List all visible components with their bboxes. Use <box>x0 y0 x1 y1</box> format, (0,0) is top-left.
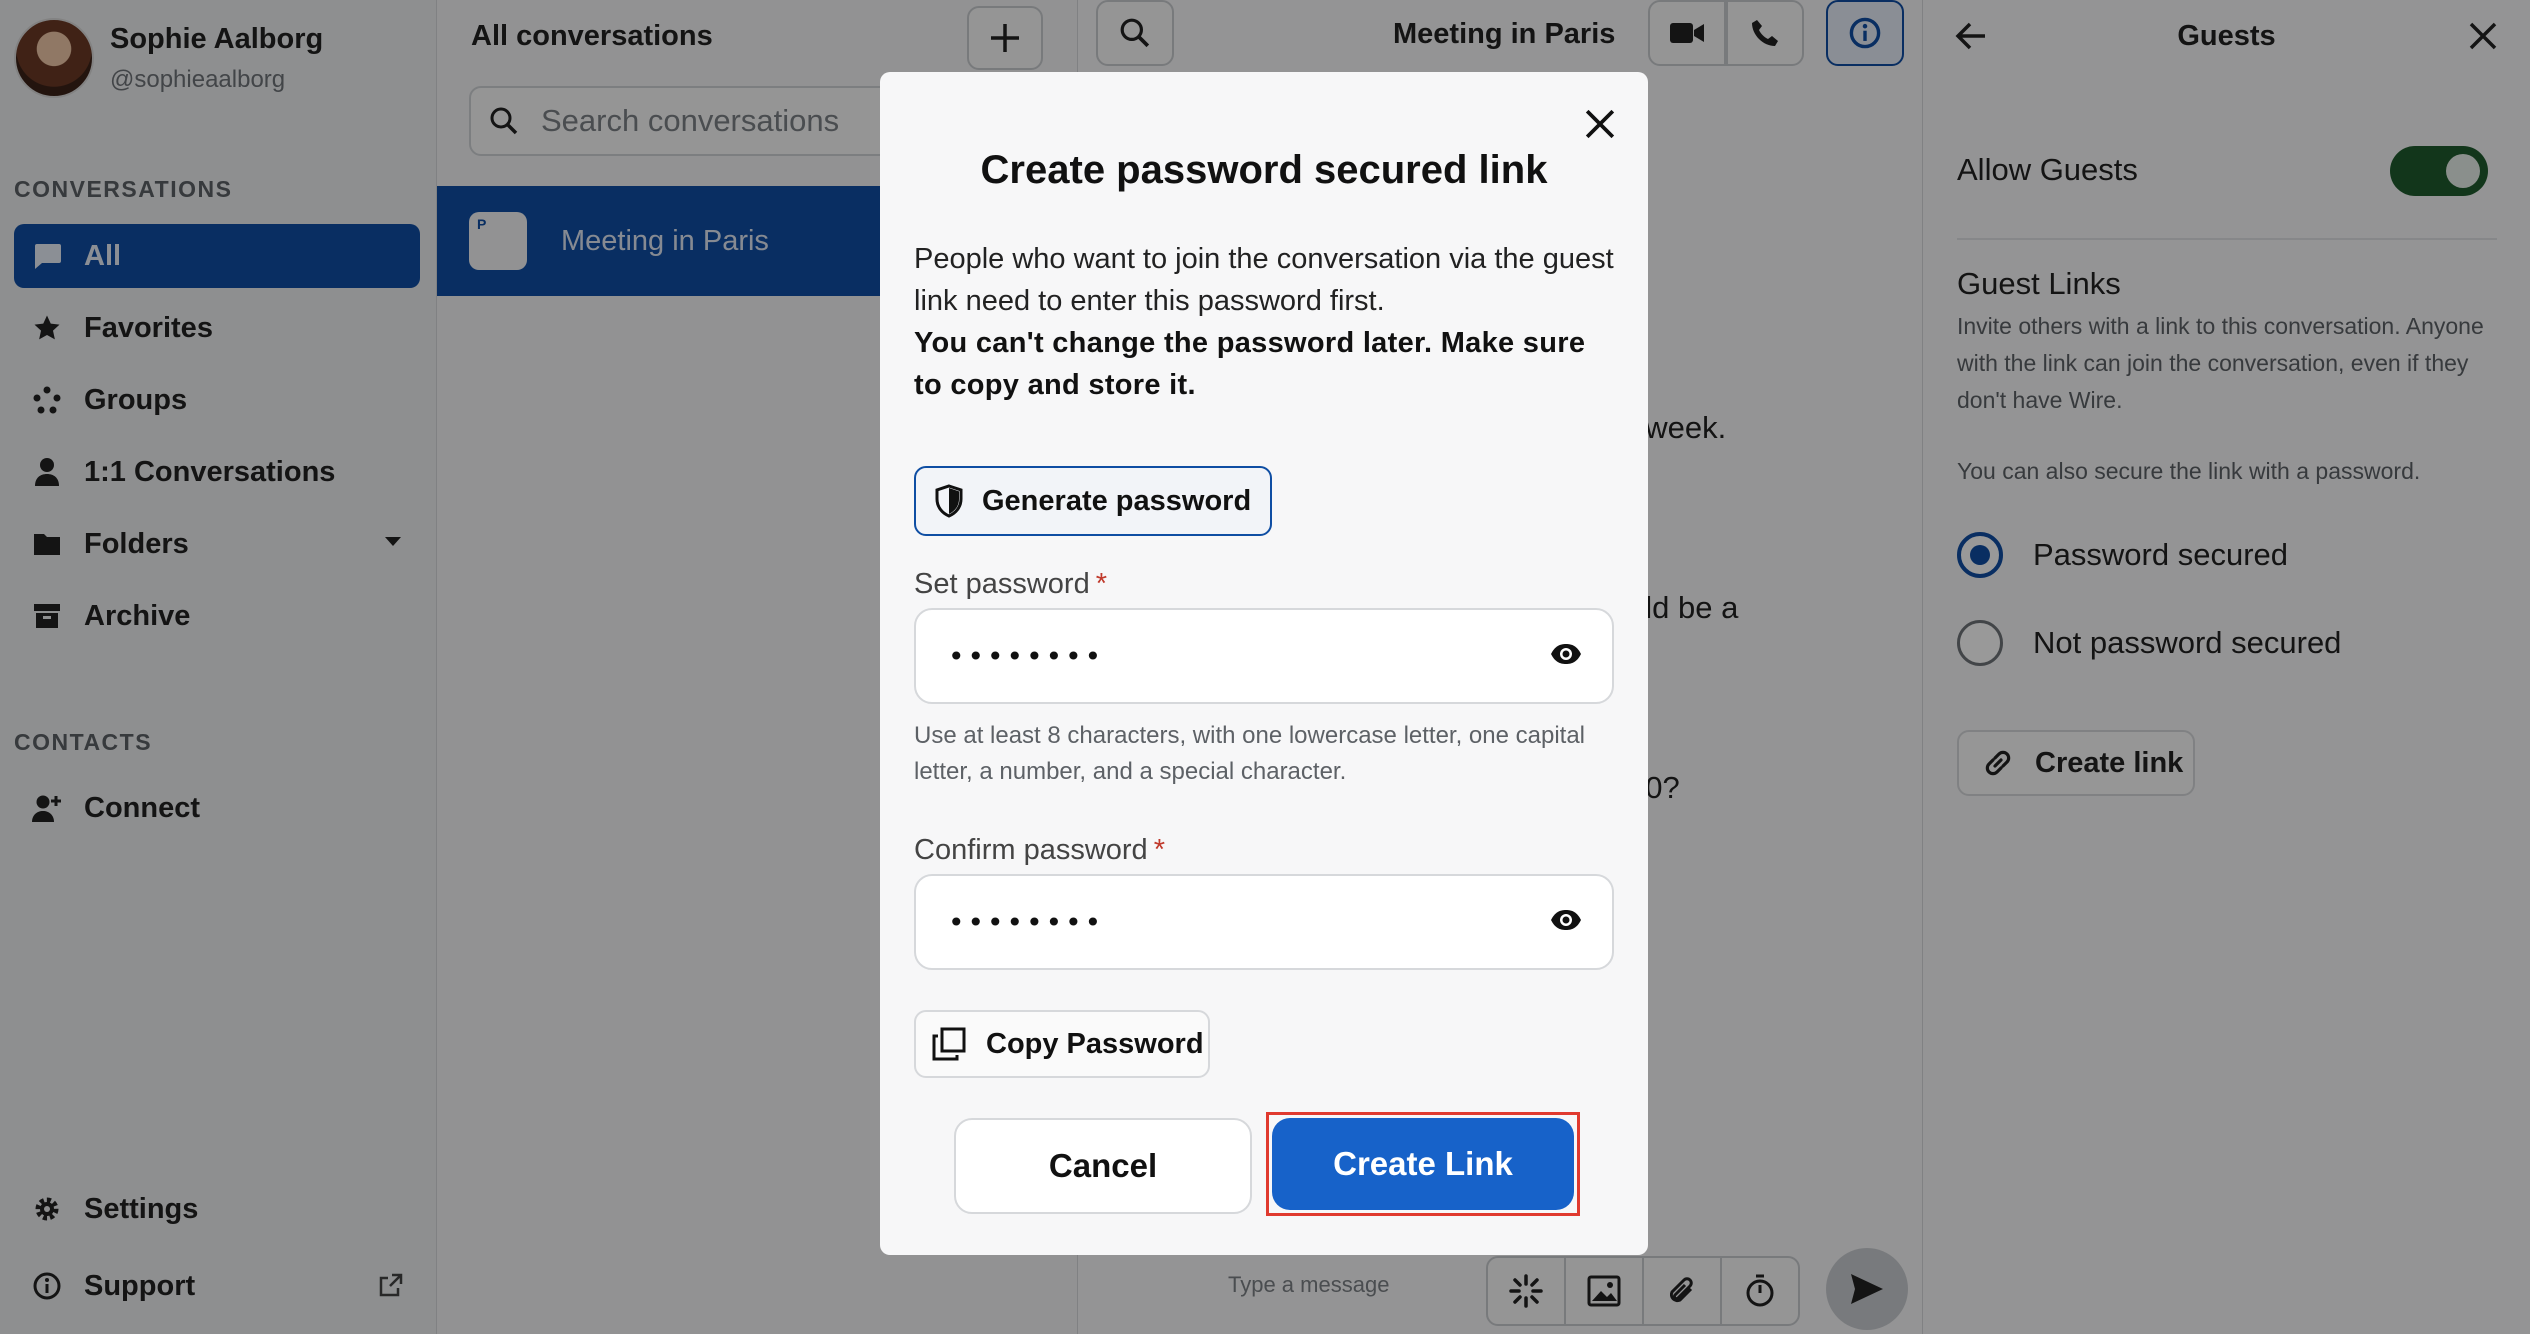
confirm-password-input[interactable] <box>948 902 1508 942</box>
modal-title: Create password secured link <box>980 148 1548 192</box>
create-link-submit-button[interactable]: Create Link <box>1272 1118 1574 1210</box>
shield-icon <box>934 484 964 518</box>
cancel-button[interactable]: Cancel <box>954 1118 1252 1214</box>
generate-password-label: Generate password <box>982 484 1252 517</box>
close-icon <box>1585 109 1615 139</box>
password-link-modal: Create password secured link People who … <box>880 72 1648 1255</box>
required-marker: * <box>1095 568 1107 600</box>
modal-warning: You can't change the password later. Mak… <box>914 327 1586 401</box>
create-link-highlight: Create Link <box>1266 1112 1580 1216</box>
confirm-password-field[interactable] <box>914 874 1614 970</box>
copy-icon <box>932 1027 966 1061</box>
eye-icon[interactable] <box>1550 642 1582 666</box>
modal-close-button[interactable] <box>1574 98 1626 150</box>
confirm-password-label: Confirm password * <box>914 834 1165 866</box>
set-password-label: Set password * <box>914 568 1107 600</box>
copy-password-label: Copy Password <box>986 1027 1204 1060</box>
set-password-input[interactable] <box>948 636 1508 676</box>
required-marker: * <box>1153 834 1165 866</box>
copy-password-button[interactable]: Copy Password <box>914 1010 1210 1078</box>
password-hint: Use at least 8 characters, with one lowe… <box>914 722 1586 785</box>
modal-description: People who want to join the conversation… <box>914 243 1614 317</box>
generate-password-button[interactable]: Generate password <box>914 466 1272 536</box>
eye-icon[interactable] <box>1550 908 1582 932</box>
set-password-field[interactable] <box>914 608 1614 704</box>
